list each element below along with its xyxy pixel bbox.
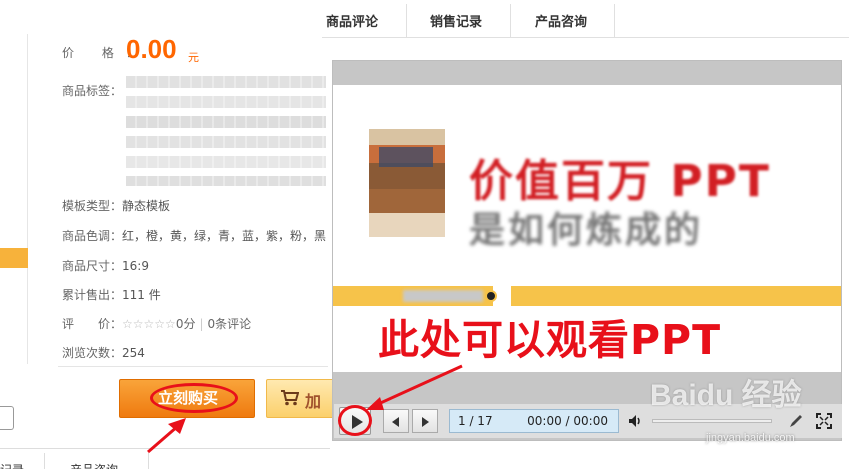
color-tone-row: 商品色调：红，橙，黄，绿，青，蓝，紫，粉，黑 — [62, 227, 326, 244]
arrow-to-buy-button — [147, 418, 186, 454]
size-value: 16:9 — [122, 259, 149, 273]
tab-product-inquiry[interactable]: 产品咨询 — [535, 11, 587, 30]
views-value: 254 — [122, 346, 145, 360]
page-time-display[interactable]: 1 / 17 00:00 / 00:00 — [449, 409, 619, 433]
rating-count-link[interactable]: 0条评论 — [208, 317, 252, 331]
views-label: 浏览次数： — [62, 346, 123, 360]
template-type-label: 模板类型： — [62, 199, 123, 213]
price-unit: 元 — [188, 51, 199, 64]
tab-divider — [44, 453, 45, 469]
divider — [58, 366, 328, 367]
tab-product-inquiry-bottom[interactable]: 产品咨询 — [70, 461, 118, 469]
add-to-cart-button[interactable]: 加 — [266, 379, 336, 418]
slide-band-right — [511, 286, 841, 306]
tab-divider — [148, 453, 149, 469]
rating-stars-icon: ☆☆☆☆☆ — [122, 317, 176, 331]
next-page-button[interactable] — [412, 409, 438, 433]
rating-row: 评 价：☆☆☆☆☆0分 | 0条评论 — [62, 315, 251, 332]
gallery-orange-marker — [0, 248, 28, 268]
tab-sales-records[interactable]: 销售记录 — [430, 11, 482, 30]
prev-icon — [392, 417, 399, 427]
baidu-watermark-url: jingyan.baidu.com — [706, 432, 795, 444]
time-display: 00:00 / 00:00 — [527, 414, 608, 428]
tab-divider — [614, 4, 615, 38]
bottom-tab-bar: 记录 产品咨询 — [0, 448, 330, 469]
price-value: 0.00 — [126, 34, 177, 64]
views-row: 浏览次数：254 — [62, 344, 145, 361]
sold-row: 累计售出：111 件 — [62, 286, 161, 303]
tab-divider — [510, 4, 511, 38]
rating-separator: | — [199, 317, 204, 331]
quantity-box-edge[interactable] — [0, 406, 14, 430]
sold-label: 累计售出： — [62, 288, 123, 302]
tab-sales-record-partial[interactable]: 记录 — [0, 461, 24, 469]
play-highlight-circle — [338, 405, 372, 436]
edit-icon[interactable] — [788, 413, 804, 429]
volume-slider[interactable] — [652, 419, 772, 423]
buy-highlight-circle — [150, 383, 238, 413]
template-type-value: 静态模板 — [122, 199, 171, 213]
product-gallery-edge — [0, 34, 28, 364]
slide-band-dot — [485, 290, 497, 302]
size-label: 商品尺寸： — [62, 259, 123, 273]
tags-blurred-content — [126, 76, 326, 186]
baidu-watermark: Baidu 经验 — [650, 379, 802, 412]
cart-icon — [281, 390, 299, 406]
add-to-cart-label: 加 — [305, 392, 322, 411]
next-icon — [422, 417, 429, 427]
page-indicator[interactable]: 1 / 17 — [458, 414, 493, 428]
color-tone-value: 红，橙，黄，绿，青，蓝，紫，粉，黑 — [122, 229, 327, 243]
slide-band-text — [403, 290, 483, 302]
slide-thumbnail-image — [369, 129, 445, 237]
top-tab-bar: 商品评论 销售记录 产品咨询 — [322, 0, 849, 38]
tags-label: 商品标签： — [62, 84, 123, 98]
tab-reviews[interactable]: 商品评论 — [326, 11, 378, 30]
sold-value: 111 件 — [122, 288, 161, 302]
slide-subtitle: 是如何炼成的 — [469, 210, 704, 251]
color-tone-label: 商品色调： — [62, 229, 123, 243]
prev-page-button[interactable] — [383, 409, 409, 433]
fullscreen-icon[interactable] — [816, 413, 832, 429]
slide-title: 价值百万 PPT — [469, 156, 771, 207]
size-row: 商品尺寸：16:9 — [62, 257, 149, 274]
tab-divider — [406, 4, 407, 38]
rating-score: 0分 — [175, 317, 196, 331]
template-type-row: 模板类型：静态模板 — [62, 197, 170, 214]
volume-icon[interactable] — [628, 414, 644, 428]
annotation-text: 此处可以观看PPT — [378, 316, 722, 364]
rating-label: 评 价： — [62, 317, 123, 331]
